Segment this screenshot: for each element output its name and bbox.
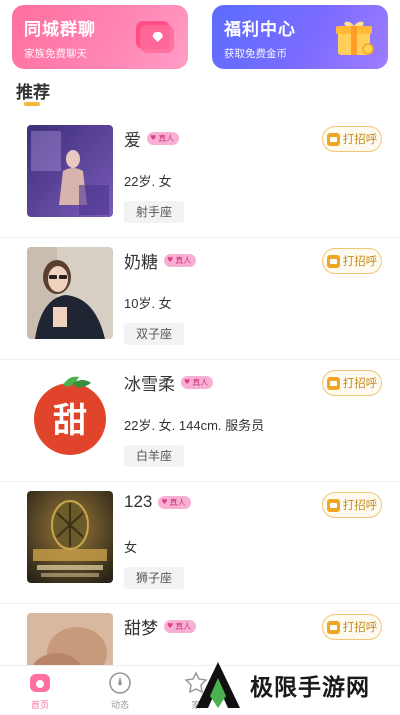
badge-label: 真人 <box>175 256 192 265</box>
greet-button[interactable]: 打招呼 <box>322 126 382 152</box>
user-name: 123 <box>124 492 153 511</box>
greet-button[interactable]: 打招呼 <box>322 248 382 274</box>
greet-button[interactable]: 打招呼 <box>322 492 382 518</box>
message-icon <box>326 132 340 146</box>
feed-icon <box>109 672 131 694</box>
nav-label: 首页 <box>30 701 49 711</box>
app-screen: 同城群聊 家族免费聊天 福利中心 获取免费金币 推荐 爱 ♥ 真人 打招呼 22… <box>0 0 400 715</box>
user-name: 奶糖 <box>124 253 158 272</box>
avatar[interactable] <box>27 125 113 217</box>
home-icon <box>30 674 50 692</box>
heart-icon: ♥ <box>184 378 191 386</box>
badge-label: 真人 <box>169 497 186 507</box>
avatar[interactable] <box>27 491 113 583</box>
badge-label: 真人 <box>192 378 209 387</box>
avatar-sweet-glyph: 甜 <box>53 401 87 441</box>
greet-label: 打招呼 <box>342 256 378 268</box>
user-description: 10岁. 女 <box>124 296 172 311</box>
user-description: 22岁. 女. 144cm. 服务员 <box>124 418 265 433</box>
verified-badge: ♥ 真人 <box>164 620 197 633</box>
greet-label: 打招呼 <box>342 622 378 634</box>
welfare-center-banner[interactable]: 福利中心 获取免费金币 <box>212 5 388 69</box>
greet-button[interactable]: 打招呼 <box>322 370 382 396</box>
greet-label: 打招呼 <box>342 134 378 146</box>
user-name: 冰雪柔 <box>124 375 175 394</box>
heart-icon: ♥ <box>167 256 174 264</box>
nav-label: 动态 <box>110 701 129 711</box>
name-line: 爱 ♥ 真人 <box>124 126 180 151</box>
verified-badge: ♥ 真人 <box>181 376 214 389</box>
name-line: 甜梦 ♥ 真人 <box>124 614 197 639</box>
zodiac-tag: 射手座 <box>124 201 185 223</box>
site-watermark: 极限手游网 <box>192 659 392 711</box>
message-icon <box>326 620 340 634</box>
zodiac-tag: 狮子座 <box>124 567 185 589</box>
section-title: 推荐 <box>16 83 50 102</box>
greet-label: 打招呼 <box>342 378 378 390</box>
name-line: 奶糖 ♥ 真人 <box>124 248 197 273</box>
list-item[interactable]: 爱 ♥ 真人 打招呼 22岁. 女 射手座 <box>0 116 400 238</box>
zodiac-tag: 白羊座 <box>124 445 185 467</box>
badge-label: 真人 <box>158 134 175 143</box>
message-icon <box>326 254 340 268</box>
verified-badge: ♥ 真人 <box>164 254 197 267</box>
heart-icon: ♥ <box>150 134 157 142</box>
gift-box-icon <box>336 21 374 55</box>
list-item[interactable]: 甜 冰雪柔 ♥ 真人 打招呼 22岁. 女. 144cm. 服务员 白羊座 <box>0 360 400 482</box>
top-banners: 同城群聊 家族免费聊天 福利中心 获取免费金币 <box>12 5 388 69</box>
user-list: 爱 ♥ 真人 打招呼 22岁. 女 射手座 奶糖 ♥ 真人 打招呼 10岁. 女… <box>0 116 400 715</box>
user-description: 22岁. 女 <box>124 174 172 189</box>
user-name: 甜梦 <box>124 619 158 638</box>
heart-icon: ♥ <box>161 497 168 506</box>
city-group-chat-banner[interactable]: 同城群聊 家族免费聊天 <box>12 5 188 69</box>
avatar[interactable] <box>27 247 113 339</box>
message-icon <box>326 498 340 512</box>
list-item[interactable]: 123 ♥ 真人 打招呼 女 狮子座 <box>0 482 400 604</box>
name-line: 冰雪柔 ♥ 真人 <box>124 370 214 395</box>
greet-label: 打招呼 <box>342 500 378 512</box>
badge-label: 真人 <box>175 622 192 631</box>
user-name: 爱 <box>124 131 141 150</box>
avatar[interactable]: 甜 <box>27 369 113 461</box>
zodiac-tag: 双子座 <box>124 323 185 345</box>
nav-feed[interactable]: 动态 <box>90 670 150 711</box>
watermark-text: 极限手游网 <box>250 674 370 700</box>
verified-badge: ♥ 真人 <box>147 132 180 145</box>
list-item[interactable]: 奶糖 ♥ 真人 打招呼 10岁. 女 双子座 <box>0 238 400 360</box>
greet-button[interactable]: 打招呼 <box>322 614 382 640</box>
name-line: 123 ♥ 真人 <box>124 492 191 512</box>
chat-bubble-icon <box>136 21 174 53</box>
user-description: 女 <box>124 540 138 555</box>
section-underline <box>24 102 40 106</box>
heart-icon: ♥ <box>167 622 174 630</box>
watermark-logo-icon <box>196 662 240 708</box>
verified-badge: ♥ 真人 <box>158 495 191 509</box>
nav-home[interactable]: 首页 <box>10 670 70 711</box>
message-icon <box>326 376 340 390</box>
